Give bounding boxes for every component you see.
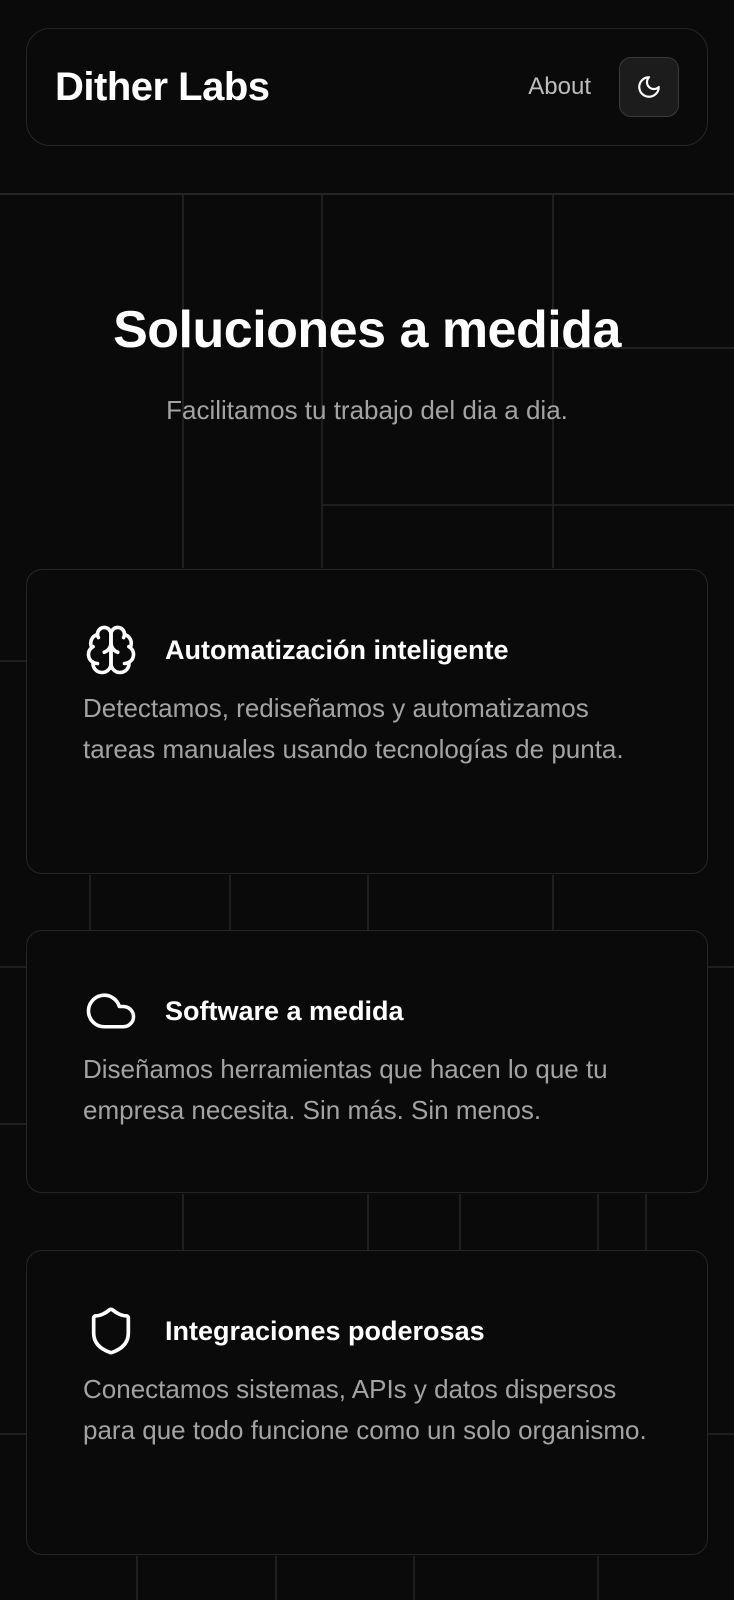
feature-title: Software a medida — [165, 995, 404, 1026]
feature-title: Integraciones poderosas — [165, 1315, 485, 1346]
feature-description: Diseñamos herramientas que hacen lo que … — [83, 1054, 608, 1125]
feature-card-custom-software: Software a medida Diseñamos herramientas… — [26, 930, 708, 1193]
feature-card-automation: Automatización inteligente Detectamos, r… — [26, 569, 708, 874]
shield-icon — [83, 1303, 139, 1359]
moon-icon — [638, 76, 660, 98]
brain-icon — [83, 622, 139, 678]
brand-logo[interactable]: Dither Labs — [55, 65, 270, 110]
site-header: Dither Labs About — [26, 28, 708, 146]
feature-card-header: Integraciones poderosas — [83, 1303, 651, 1359]
feature-card-integrations: Integraciones poderosas Conectamos siste… — [26, 1250, 708, 1555]
feature-description: Conectamos sistemas, APIs y datos disper… — [83, 1374, 647, 1445]
cloud-icon — [83, 983, 139, 1039]
page-subtitle: Facilitamos tu trabajo del dia a dia. — [166, 395, 568, 425]
feature-title: Automatización inteligente — [165, 634, 509, 665]
nav-link-about[interactable]: About — [528, 73, 591, 101]
main-nav: About — [528, 57, 679, 117]
feature-card-header: Software a medida — [83, 983, 651, 1039]
theme-toggle-button[interactable] — [619, 57, 679, 117]
feature-description: Detectamos, rediseñamos y automatizamos … — [83, 693, 624, 764]
feature-card-header: Automatización inteligente — [83, 622, 651, 678]
header-divider — [0, 193, 734, 195]
page-title: Soluciones a medida — [113, 301, 621, 359]
